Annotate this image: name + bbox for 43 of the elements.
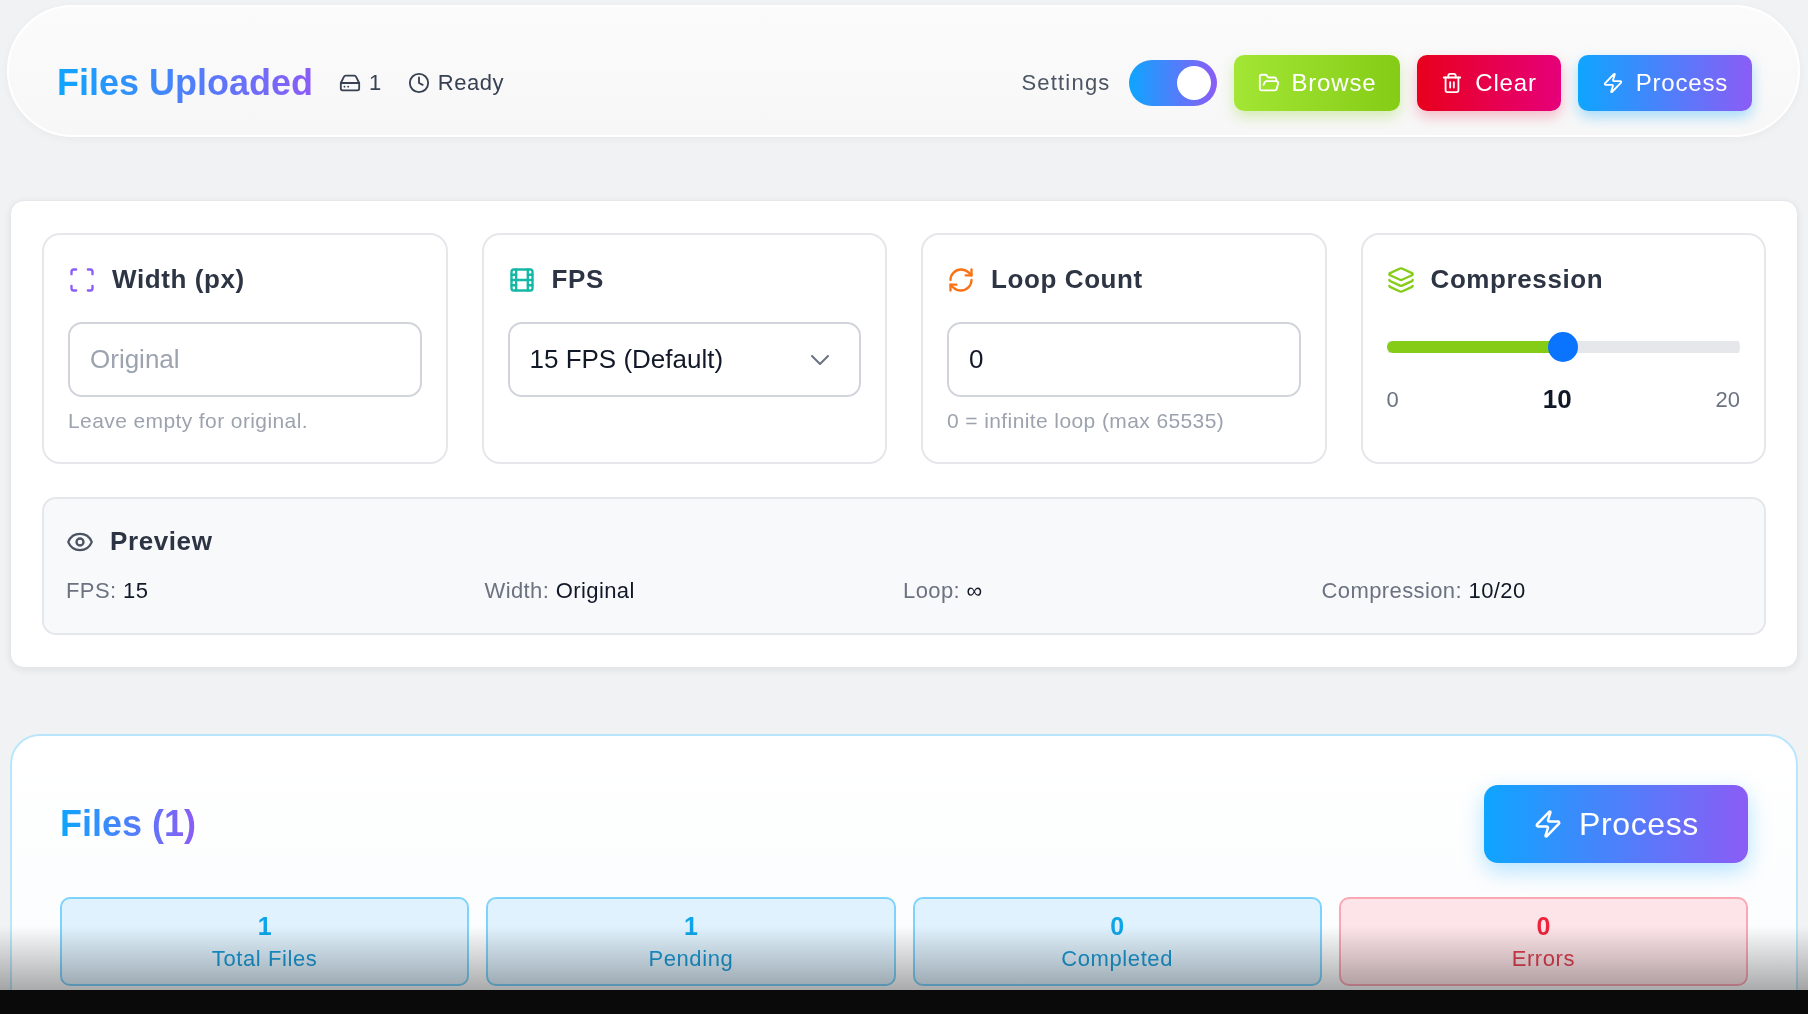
input-field[interactable]: Original — [68, 322, 422, 397]
stat-label: Pending — [648, 945, 734, 972]
layers-icon — [1386, 265, 1415, 294]
card-title: Loop Count — [991, 264, 1143, 295]
preview-item: Loop: ∞ — [903, 578, 983, 603]
stat-label: Errors — [1511, 945, 1576, 972]
chevron-down-icon — [811, 354, 829, 365]
preview-item: FPS: 15 — [66, 578, 149, 603]
settings-label: Settings — [1021, 70, 1111, 96]
lightning-icon — [1601, 72, 1624, 94]
stat-value: 0 — [1536, 911, 1551, 941]
stat-value: 1 — [683, 911, 698, 941]
preview-title: Preview — [110, 526, 213, 557]
film-icon — [507, 265, 536, 294]
slider-value: 10 — [1542, 384, 1572, 415]
slider-max-label: 20 — [1715, 386, 1740, 413]
file-count: 1 — [369, 70, 382, 96]
preview-item: Width: Original — [484, 578, 635, 603]
slider-thumb[interactable] — [1548, 332, 1579, 362]
clear-button[interactable]: Clear — [1417, 55, 1561, 111]
help-text: 0 = infinite loop (max 65535) — [947, 409, 1226, 433]
stat-label: Total Files — [211, 945, 318, 972]
hard-drive-icon — [339, 72, 362, 94]
slider-min-label: 0 — [1386, 386, 1399, 413]
refresh-icon — [947, 265, 975, 294]
card-title: FPS — [551, 264, 604, 295]
status-text: Ready — [437, 70, 504, 96]
select-dropdown[interactable]: 15 FPS (Default) — [507, 322, 861, 397]
preview-item: Compression: 10/20 — [1321, 578, 1526, 603]
process-button[interactable]: Process — [1484, 785, 1748, 863]
folder-icon — [1257, 72, 1280, 94]
process-button[interactable]: Process — [1577, 55, 1752, 111]
trash-icon — [1441, 72, 1464, 94]
corner-brackets-icon — [68, 265, 96, 294]
card-title: Width (px) — [112, 264, 245, 295]
settings-toggle[interactable] — [1128, 60, 1217, 106]
help-text: Leave empty for original. — [68, 409, 309, 433]
card-title: Compression — [1430, 264, 1604, 295]
stat-label: Completed — [1061, 945, 1173, 972]
input-field[interactable]: 0 — [947, 322, 1301, 397]
stat-value: 0 — [1110, 911, 1125, 941]
clock-icon — [407, 72, 430, 94]
stat-value: 1 — [257, 911, 272, 941]
